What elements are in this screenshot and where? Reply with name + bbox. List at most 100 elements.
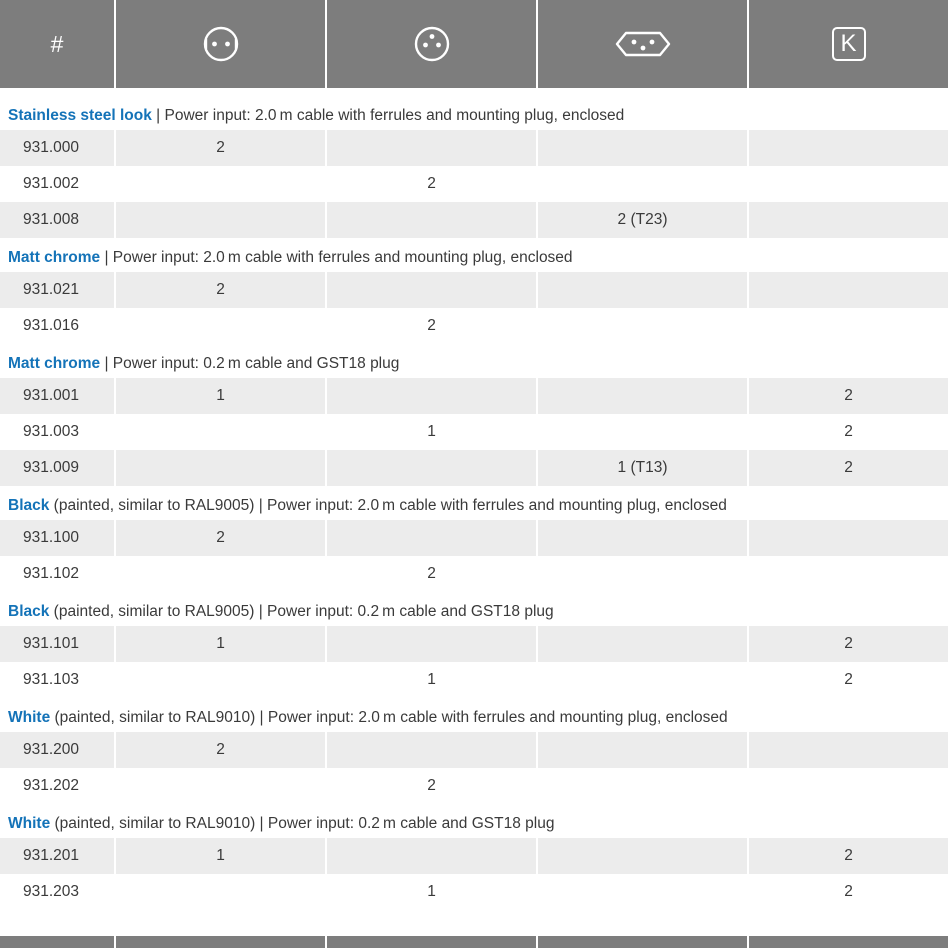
article-number: 931.009 — [0, 450, 116, 486]
table-row: 931.100 2 — [0, 520, 948, 556]
quantity-cell — [538, 272, 749, 308]
quantity-cell — [538, 166, 749, 202]
table-footer — [0, 936, 948, 948]
quantity-cell — [538, 768, 749, 804]
article-number: 931.203 — [0, 874, 116, 910]
quantity-cell — [116, 414, 327, 450]
quantity-cell — [749, 768, 948, 804]
quantity-cell: 1 — [327, 414, 538, 450]
quantity-cell — [749, 130, 948, 166]
quantity-cell: 2 — [844, 883, 853, 900]
table-row: 931.021 2 — [0, 272, 948, 308]
product-group: Stainless steel look | Power input: 2.0 … — [0, 105, 948, 238]
product-group: White (painted, similar to RAL9010) | Po… — [0, 707, 948, 804]
group-finish-name: Matt chrome — [8, 249, 101, 266]
product-group: Black (painted, similar to RAL9005) | Po… — [0, 601, 948, 698]
product-group: Matt chrome | Power input: 2.0 m cable w… — [0, 247, 948, 344]
table-row: 931.101 1 2 — [0, 626, 948, 662]
article-number: 931.202 — [0, 768, 116, 804]
quantity-cell — [327, 130, 538, 166]
table-row: 931.201 1 2 — [0, 838, 948, 874]
quantity-cell: 2 — [327, 166, 538, 202]
article-number: 931.102 — [0, 556, 116, 592]
quantity-cell — [116, 450, 327, 486]
table-row: 931.003 1 2 — [0, 414, 948, 450]
quantity-cell — [327, 520, 538, 556]
quantity-cell — [116, 556, 327, 592]
article-number: 931.103 — [0, 662, 116, 698]
quantity-cell — [116, 166, 327, 202]
article-number: 931.000 — [0, 130, 116, 166]
hash-label: # — [50, 30, 64, 57]
table-row: 931.103 1 2 — [0, 662, 948, 698]
group-finish-name: Stainless steel look — [8, 107, 152, 124]
footer-cell — [0, 936, 116, 948]
quantity-cell — [538, 838, 749, 874]
quantity-cell: 2 — [116, 272, 327, 308]
footer-cell — [749, 936, 948, 948]
article-number: 931.008 — [0, 202, 116, 238]
quantity-cell: 2 (T23) — [538, 202, 749, 238]
article-number: 931.021 — [0, 272, 116, 308]
article-number: 931.200 — [0, 732, 116, 768]
table-row: 931.001 1 2 — [0, 378, 948, 414]
quantity-cell — [538, 732, 749, 768]
table-row: 931.002 2 — [0, 166, 948, 202]
group-heading: Matt chrome | Power input: 2.0 m cable w… — [0, 247, 948, 268]
quantity-cell: 2 — [844, 671, 853, 688]
quantity-cell — [749, 556, 948, 592]
article-number: 931.001 — [0, 378, 116, 414]
quantity-cell — [538, 874, 749, 910]
quantity-cell — [116, 308, 327, 344]
quantity-cell — [538, 626, 749, 662]
quantity-cell: 2 — [327, 308, 538, 344]
group-heading: Black (painted, similar to RAL9005) | Po… — [0, 495, 948, 516]
quantity-cell — [538, 414, 749, 450]
product-group: Black (painted, similar to RAL9005) | Po… — [0, 495, 948, 592]
quantity-cell — [749, 732, 948, 768]
header-number-column: # — [0, 0, 116, 88]
table-row: 931.200 2 — [0, 732, 948, 768]
group-power-input: | Power input: 2.0 m cable with ferrules… — [100, 249, 573, 266]
article-number: 931.100 — [0, 520, 116, 556]
table-row: 931.008 2 (T23) — [0, 202, 948, 238]
french-socket-icon — [414, 26, 449, 62]
quantity-cell — [327, 450, 538, 486]
product-group: Matt chrome | Power input: 0.2 m cable a… — [0, 353, 948, 486]
table-row: 931.009 1 (T13) 2 — [0, 450, 948, 486]
header-swiss-column — [538, 0, 749, 88]
quantity-cell: 1 — [116, 838, 327, 874]
quantity-cell: 2 — [844, 423, 853, 440]
footer-cell — [116, 936, 327, 948]
quantity-cell — [538, 520, 749, 556]
quantity-cell — [327, 378, 538, 414]
group-heading: White (painted, similar to RAL9010) | Po… — [0, 813, 948, 834]
quantity-cell: 2 — [116, 520, 327, 556]
table-row: 931.102 2 — [0, 556, 948, 592]
group-power-input: (painted, similar to RAL9005) | Power in… — [49, 497, 727, 514]
quantity-cell — [116, 768, 327, 804]
header-k-column: K — [749, 0, 948, 88]
quantity-cell — [327, 272, 538, 308]
schuko-socket-icon — [203, 26, 238, 62]
quantity-cell — [749, 520, 948, 556]
group-power-input: (painted, similar to RAL9010) | Power in… — [50, 709, 728, 726]
quantity-cell: 2 — [844, 459, 853, 476]
quantity-cell: 2 — [327, 768, 538, 804]
quantity-cell: 1 — [116, 626, 327, 662]
quantity-cell — [116, 662, 327, 698]
quantity-cell: 1 — [327, 662, 538, 698]
quantity-cell: 1 — [116, 378, 327, 414]
quantity-cell: 2 — [844, 635, 853, 652]
table-header: # K — [0, 0, 948, 88]
quantity-cell: 2 — [116, 732, 327, 768]
table-row: 931.016 2 — [0, 308, 948, 344]
swiss-socket-icon — [615, 31, 670, 57]
group-heading: Matt chrome | Power input: 0.2 m cable a… — [0, 353, 948, 374]
group-finish-name: Black — [8, 603, 50, 620]
quantity-cell: 1 — [327, 874, 538, 910]
quantity-cell — [116, 874, 327, 910]
group-power-input: (painted, similar to RAL9005) | Power in… — [49, 603, 554, 620]
quantity-cell: 2 — [327, 556, 538, 592]
group-power-input: (painted, similar to RAL9010) | Power in… — [50, 815, 555, 832]
